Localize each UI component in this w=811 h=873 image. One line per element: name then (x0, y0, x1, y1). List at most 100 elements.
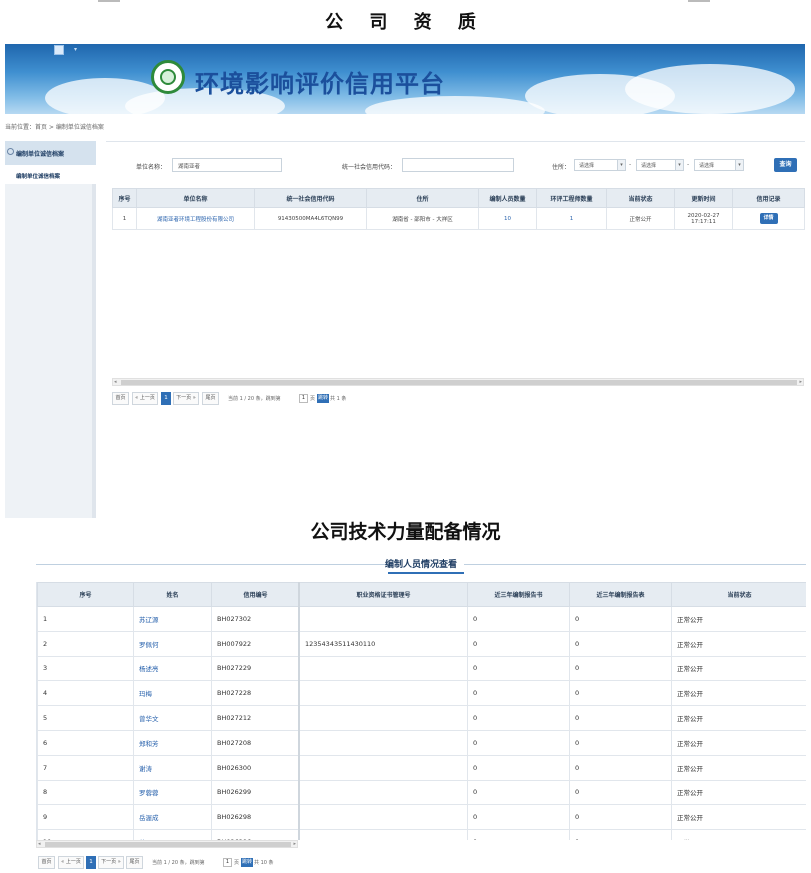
update-time-cell: 2020-02-27 17:17:11 (674, 207, 733, 230)
reports-cell: 0 (467, 779, 570, 806)
credit-no-cell: BH026300 (211, 754, 300, 781)
status-cell: 正常公开 (671, 804, 806, 831)
user-circle-icon (7, 148, 14, 155)
staff-name-link[interactable]: 郑和芳 (139, 740, 159, 748)
horizontal-scrollbar[interactable]: ◂ ▸ (36, 840, 298, 848)
staff-count-link[interactable]: 10 (504, 216, 511, 222)
table-header-row: 序号 姓名 信用编号 职业资格证书管理号 近三年编制报告书 近三年编制报告表 当前状态 (37, 582, 806, 607)
scroll-right-icon[interactable]: ▸ (799, 379, 802, 385)
chevron-down-icon[interactable]: ▾ (74, 46, 77, 53)
forms-cell: 0 (569, 829, 672, 840)
column-header: 当前状态 (671, 582, 806, 607)
scroll-right-icon[interactable]: ▸ (293, 841, 296, 847)
horizontal-scrollbar[interactable]: ◂ ▸ (112, 378, 804, 386)
table-row: 2 罗佩何 BH007922 12354343511430110 0 0 正常公开 (37, 630, 806, 657)
table-row: 3 杨述亮 BH027229 0 0 正常公开 (37, 655, 806, 682)
chevron-down-icon: ▾ (735, 160, 743, 170)
column-header: 近三年编制报告书 (467, 582, 570, 607)
sidebar: 编制单位诚信档案 编制单位诚信档案 (5, 141, 96, 518)
table-row: 7 谢涛 BH026300 0 0 正常公开 (37, 754, 806, 781)
column-header: 序号 (37, 582, 134, 607)
pager-prev-button[interactable]: « 上一页 (132, 392, 158, 405)
staff-table-container: 序号 姓名 信用编号 职业资格证书管理号 近三年编制报告书 近三年编制报告表 当前状态 1苏… (36, 582, 806, 840)
pager-first-button[interactable]: 首页 (38, 856, 55, 869)
column-header: 环评工程师数量 (536, 188, 607, 208)
site-banner: ▾ 环境影响评价信用平台 (5, 44, 805, 114)
row-index: 8 (37, 779, 134, 806)
status-cell: 正常公开 (671, 606, 806, 632)
pager-next-button[interactable]: 下一页 » (98, 856, 124, 869)
reports-cell: 0 (467, 829, 570, 840)
scrollbar-thumb[interactable] (45, 842, 291, 847)
province-select[interactable]: 请选择 ▾ (574, 159, 626, 171)
engineer-count-link[interactable]: 1 (570, 216, 574, 222)
pager-next-button[interactable]: 下一页 » (173, 392, 199, 405)
unit-name-label: 单位名称： (136, 164, 167, 171)
separator-dash: - (629, 161, 632, 168)
staff-name-link[interactable]: 玛梅 (139, 690, 152, 698)
row-index: 10 (37, 829, 134, 840)
staff-name-link[interactable]: 岳渥成 (139, 814, 159, 822)
staff-name-link[interactable]: 曾华文 (139, 715, 159, 723)
pager-current-page[interactable]: 1 (86, 856, 96, 869)
table-row: 1 湖南亚者环境工程股份有限公司 91430500MA4L6TQN99 湖南省 - 邵… (112, 207, 805, 230)
forms-cell: 0 (569, 754, 672, 781)
table-row: 6 郑和芳 BH027208 0 0 正常公开 (37, 729, 806, 756)
pager-jump-button[interactable]: 跳转 (241, 858, 254, 867)
sidebar-item-credit-archive[interactable]: 编制单位诚信档案 (5, 165, 96, 184)
staff-name-link[interactable]: 苏辽源 (139, 616, 159, 624)
sidebar-header[interactable]: 编制单位诚信档案 (5, 141, 96, 165)
city-select[interactable]: 请选择 ▾ (636, 159, 684, 171)
company-name-cell: 湖南亚者环境工程股份有限公司 (136, 207, 255, 230)
pager-page-input[interactable]: 1 (223, 858, 232, 867)
district-select[interactable]: 请选择 ▾ (694, 159, 744, 171)
staff-name-cell: 罗佩何 (133, 630, 212, 657)
pager-last-button[interactable]: 尾页 (202, 392, 219, 405)
staff-name-cell: 苏辽源 (133, 606, 212, 632)
pager-jump-button[interactable]: 跳转 (317, 394, 330, 403)
reports-cell: 0 (467, 606, 570, 632)
column-header: 近三年编制报告表 (569, 582, 672, 607)
reports-cell: 0 (467, 705, 570, 731)
pager-last-button[interactable]: 尾页 (126, 856, 143, 869)
column-header: 信用记录 (732, 188, 805, 208)
forms-cell: 0 (569, 655, 672, 682)
pager-page-input[interactable]: 1 (299, 394, 308, 403)
table-row: 5 曾华文 BH027212 0 0 正常公开 (37, 705, 806, 731)
staff-name-link[interactable]: 谢涛 (139, 765, 152, 773)
staff-name-cell: 罗蓉蓉 (133, 779, 212, 806)
row-index: 2 (37, 630, 134, 657)
detail-button[interactable]: 详情 (759, 213, 778, 224)
status-cell: 正常公开 (671, 779, 806, 806)
credit-code-input[interactable] (402, 158, 514, 172)
company-name-link[interactable]: 湖南亚者环境工程股份有限公司 (157, 217, 234, 223)
pager-prev-button[interactable]: « 上一页 (58, 856, 84, 869)
row-index: 3 (37, 655, 134, 682)
unit-name-input[interactable]: 湖南亚者 (172, 158, 282, 172)
pager-total: 共 10 条 (254, 860, 274, 866)
column-header: 当前状态 (606, 188, 675, 208)
query-button[interactable]: 查询 (774, 158, 797, 172)
pager-current-page[interactable]: 1 (161, 392, 171, 405)
reports-cell: 0 (467, 630, 570, 657)
grid-menu-icon[interactable] (54, 45, 64, 55)
credit-code-label: 统一社会信用代码： (342, 164, 397, 171)
pager-first-button[interactable]: 首页 (112, 392, 129, 405)
forms-cell: 0 (569, 804, 672, 831)
forms-cell: 0 (569, 779, 672, 806)
status-cell: 正常公开 (671, 655, 806, 682)
page-corner-mark-right (688, 0, 710, 2)
company-table: 序号 单位名称 统一社会信用代码 住所 编制人员数量 环评工程师数量 当前状态 更新时间 信用记… (112, 188, 805, 230)
column-header: 编制人员数量 (478, 188, 537, 208)
cert-no-cell (299, 829, 468, 840)
staff-name-link[interactable]: 杨述亮 (139, 665, 159, 673)
staff-name-cell: 玛梅 (133, 680, 212, 707)
scroll-left-icon[interactable]: ◂ (114, 379, 117, 385)
staff-name-link[interactable]: 罗蓉蓉 (139, 789, 159, 797)
scrollbar-thumb[interactable] (121, 380, 797, 385)
staff-name-link[interactable]: 罗佩何 (139, 641, 159, 649)
scroll-left-icon[interactable]: ◂ (38, 841, 41, 847)
cert-no-cell (299, 705, 468, 731)
table-row: 4 玛梅 BH027228 0 0 正常公开 (37, 680, 806, 707)
pager-info: 当前 1 / 20 条，跳到第 (152, 860, 205, 866)
